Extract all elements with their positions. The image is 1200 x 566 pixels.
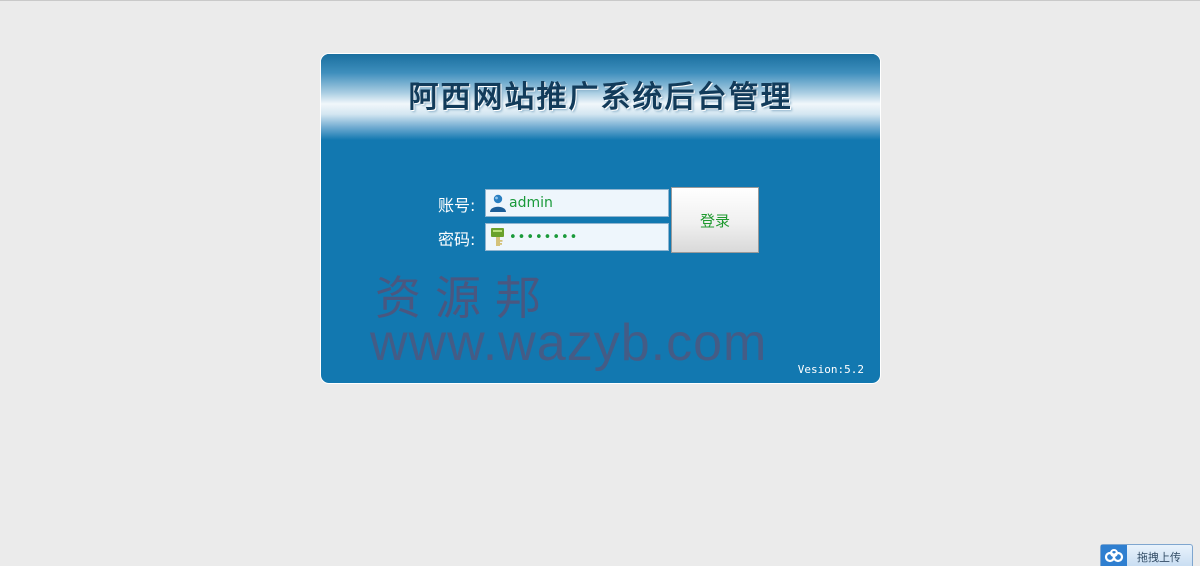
key-icon [491, 228, 504, 246]
password-label: 密码: [438, 230, 476, 249]
version-label: Vesion:5.2 [797, 363, 864, 376]
login-panel: 阿西网站推广系统后台管理 账号: 密码: 登录 Vesion:5.2 [320, 53, 881, 384]
account-input[interactable] [509, 192, 664, 214]
password-input[interactable] [509, 226, 664, 248]
page-title: 阿西网站推广系统后台管理 [408, 80, 793, 115]
user-icon [490, 194, 506, 212]
upload-cloud-icon [1101, 545, 1127, 566]
drag-upload-widget[interactable]: 拖拽上传 [1100, 544, 1193, 566]
password-field[interactable] [485, 223, 669, 251]
login-button[interactable]: 登录 [671, 187, 759, 253]
drag-upload-label: 拖拽上传 [1137, 551, 1181, 564]
account-label: 账号: [438, 196, 476, 215]
account-field[interactable] [485, 189, 669, 217]
top-border [0, 0, 1200, 1]
